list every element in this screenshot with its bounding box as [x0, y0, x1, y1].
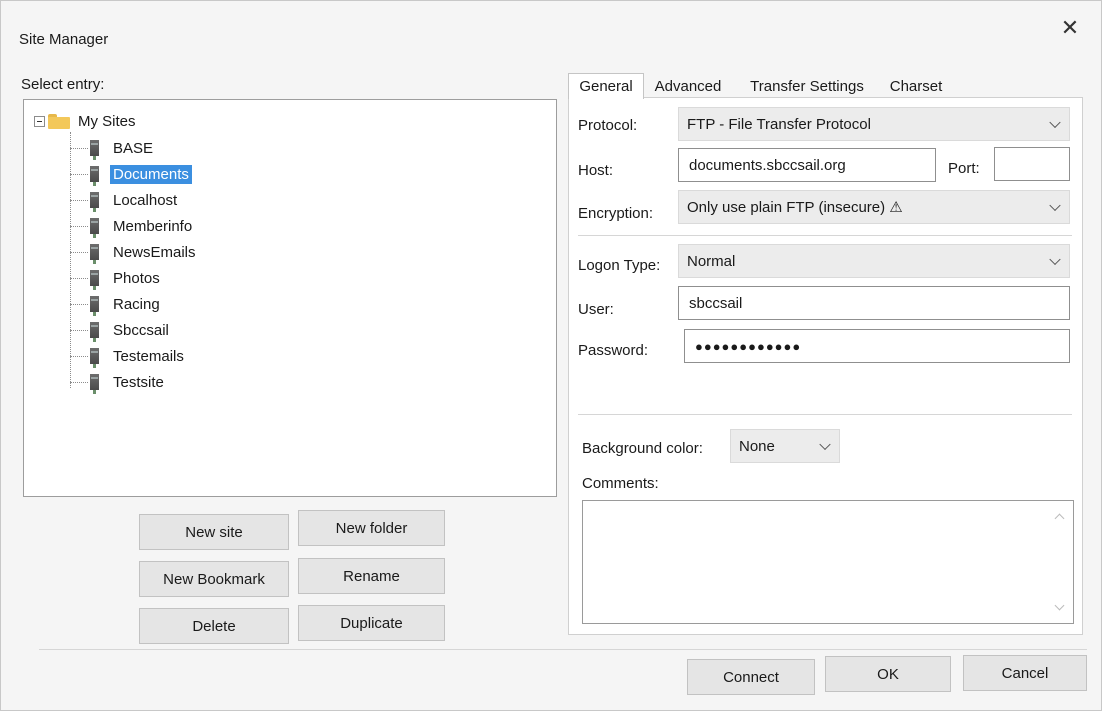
tree-item-label: BASE: [113, 139, 154, 157]
tab-charset[interactable]: Charset: [881, 73, 951, 99]
server-icon: [90, 140, 99, 160]
tree-root-label: My Sites: [78, 112, 136, 130]
window-title: Site Manager: [19, 31, 109, 48]
server-icon: [90, 166, 99, 186]
tree-connector: [70, 277, 88, 279]
select-entry-label: Select entry:: [21, 76, 105, 93]
tree-connector: [70, 381, 88, 383]
background-color-value: None: [739, 437, 775, 455]
scroll-down-icon[interactable]: [1054, 600, 1065, 611]
chevron-down-icon: [819, 438, 831, 451]
tree-item-label: Localhost: [113, 191, 178, 209]
scroll-up-icon[interactable]: [1054, 513, 1065, 524]
comments-label: Comments:: [582, 475, 659, 492]
server-icon: [90, 322, 99, 342]
tree-item[interactable]: Memberinfo: [70, 213, 199, 239]
chevron-down-icon: [1049, 253, 1061, 266]
new-folder-button[interactable]: New folder: [298, 510, 445, 546]
server-icon: [90, 218, 99, 238]
user-label: User:: [578, 301, 614, 318]
tree-item[interactable]: Sbccsail: [70, 317, 199, 343]
tree-item-label: Testemails: [113, 347, 184, 365]
tree-item[interactable]: NewsEmails: [70, 239, 199, 265]
tree-item[interactable]: BASE: [70, 135, 199, 161]
site-tree[interactable]: My Sites BASE Documents Localhost Memberinf…: [23, 99, 557, 497]
server-icon: [90, 296, 99, 316]
tree-item-label: Photos: [113, 269, 160, 287]
comments-textarea[interactable]: [582, 500, 1074, 624]
cancel-button[interactable]: Cancel: [963, 655, 1087, 691]
background-color-select[interactable]: None: [730, 429, 840, 463]
collapse-icon[interactable]: [34, 115, 45, 127]
delete-button[interactable]: Delete: [139, 608, 289, 644]
logon-type-select[interactable]: Normal: [678, 244, 1070, 278]
tree-item-label: Racing: [113, 295, 160, 313]
logon-type-value: Normal: [687, 252, 736, 270]
tree-item[interactable]: Testemails: [70, 343, 199, 369]
connect-button[interactable]: Connect: [687, 659, 815, 695]
host-label: Host:: [578, 162, 614, 179]
server-icon: [90, 270, 99, 290]
tree-item-label: Sbccsail: [113, 321, 169, 339]
separator: [578, 414, 1072, 415]
port-input[interactable]: [994, 147, 1070, 181]
tree-items: BASE Documents Localhost Memberinfo NewsEmai…: [70, 135, 199, 395]
encryption-value: Only use plain FTP (insecure) ⚠: [687, 199, 903, 216]
tree-root-my-sites[interactable]: My Sites: [34, 110, 136, 132]
tree-item[interactable]: Documents: [70, 161, 199, 187]
tree-connector: [70, 329, 88, 331]
new-site-button[interactable]: New site: [139, 514, 289, 550]
tree-item[interactable]: Racing: [70, 291, 199, 317]
user-input[interactable]: sbccsail: [678, 286, 1070, 320]
site-manager-window: Site Manager ✕ Select entry: My Sites BA…: [0, 0, 1102, 711]
separator: [578, 235, 1072, 236]
tree-connector: [70, 173, 88, 175]
tab-advanced[interactable]: Advanced: [646, 73, 730, 99]
server-icon: [90, 348, 99, 368]
server-icon: [90, 244, 99, 264]
tree-item[interactable]: Photos: [70, 265, 199, 291]
port-label: Port:: [948, 160, 980, 177]
tree-item-label: NewsEmails: [113, 243, 196, 261]
close-icon[interactable]: ✕: [1057, 15, 1083, 41]
tree-connector: [70, 199, 88, 201]
new-bookmark-button[interactable]: New Bookmark: [139, 561, 289, 597]
tree-item-label: Memberinfo: [113, 217, 193, 235]
tree-connector: [70, 147, 88, 149]
folder-icon: [48, 113, 70, 129]
chevron-down-icon: [1049, 116, 1061, 129]
duplicate-button[interactable]: Duplicate: [298, 605, 445, 641]
tab-general[interactable]: General: [568, 73, 644, 99]
tab-transfer-settings[interactable]: Transfer Settings: [736, 73, 878, 99]
tree-connector: [70, 251, 88, 253]
tree-item-label: Testsite: [113, 373, 164, 391]
protocol-select[interactable]: FTP - File Transfer Protocol: [678, 107, 1070, 141]
logon-type-label: Logon Type:: [578, 257, 661, 274]
host-input[interactable]: documents.sbccsail.org: [678, 148, 936, 182]
encryption-select[interactable]: Only use plain FTP (insecure) ⚠: [678, 190, 1070, 224]
tree-item[interactable]: Localhost: [70, 187, 199, 213]
password-label: Password:: [578, 342, 649, 359]
tree-connector: [70, 303, 88, 305]
encryption-label: Encryption:: [578, 205, 654, 222]
tree-item-label: Documents: [110, 164, 192, 184]
tree-item[interactable]: Testsite: [70, 369, 199, 395]
password-input[interactable]: ●●●●●●●●●●●●: [684, 329, 1070, 363]
protocol-label: Protocol:: [578, 117, 638, 134]
tree-connector: [70, 355, 88, 357]
ok-button[interactable]: OK: [825, 656, 951, 692]
rename-button[interactable]: Rename: [298, 558, 445, 594]
background-color-label: Background color:: [582, 440, 703, 457]
protocol-value: FTP - File Transfer Protocol: [687, 115, 871, 133]
chevron-down-icon: [1049, 199, 1061, 212]
server-icon: [90, 374, 99, 394]
tree-connector: [70, 225, 88, 227]
footer-separator: [39, 649, 1087, 650]
server-icon: [90, 192, 99, 212]
